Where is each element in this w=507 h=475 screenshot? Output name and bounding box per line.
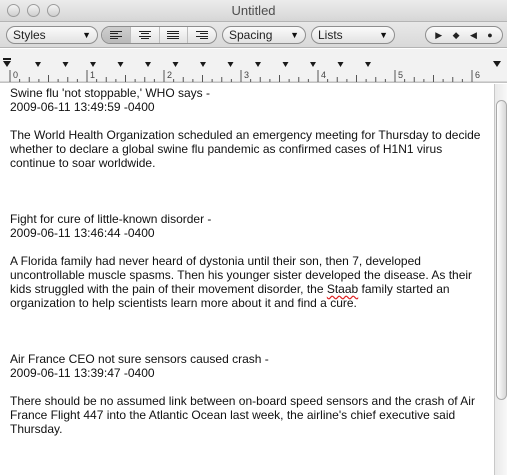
tab-stop-marker: [172, 62, 179, 67]
vertical-scrollbar[interactable]: [494, 84, 507, 475]
title-bar[interactable]: Untitled: [0, 0, 507, 22]
align-center-button[interactable]: [131, 27, 160, 43]
center-tab-icon[interactable]: ●: [487, 30, 492, 40]
tab-stop-marker: [117, 62, 124, 67]
tab-stop-marker: [310, 62, 316, 67]
tab-stop-marker: [90, 62, 96, 67]
article-date: 2009-06-11 13:39:47 -0400: [10, 366, 155, 380]
article-body: There should be no assumed link between …: [10, 394, 475, 436]
article-headline: Fight for cure of little-known disorder …: [10, 212, 212, 226]
tab-stop-marker: [62, 62, 69, 67]
left-tab-icon[interactable]: ◀: [470, 30, 477, 41]
decimal-tab-icon[interactable]: ◆: [453, 30, 460, 41]
article-3: Air France CEO not sure sensors caused c…: [10, 352, 484, 436]
right-margin-marker: [493, 61, 501, 67]
align-center-icon: [138, 30, 151, 40]
ruler[interactable]: 0 1 2 3 4 5 6: [0, 49, 507, 83]
tab-stop-marker: [365, 62, 371, 67]
misspelled-word[interactable]: Staab: [327, 282, 358, 296]
styles-dropdown-label: Styles: [13, 28, 46, 42]
tab-stop-marker: [227, 62, 234, 67]
tab-stop-marker: [35, 62, 41, 67]
lists-dropdown[interactable]: Lists ▼: [311, 26, 395, 44]
tab-stop-marker: [337, 62, 344, 67]
format-toolbar: Styles ▼ Spacing ▼ Lists ▼ ▶ ◆ ◀ ●: [0, 22, 507, 48]
ruler-label: 0: [13, 70, 18, 80]
chevron-down-icon: ▼: [379, 30, 388, 40]
alignment-control: [101, 26, 217, 44]
first-line-indent-marker: [3, 58, 11, 60]
ruler-label: 2: [167, 70, 172, 80]
ruler-label: 4: [321, 70, 326, 80]
tab-stop-marker: [200, 62, 206, 67]
ruler-label: 1: [90, 70, 95, 80]
article-body: The World Health Organization scheduled …: [10, 128, 481, 170]
article-date: 2009-06-11 13:49:59 -0400: [10, 100, 155, 114]
scrollbar-thumb[interactable]: [496, 100, 507, 400]
tab-stop-marker: [255, 62, 261, 67]
align-justify-button[interactable]: [160, 27, 189, 43]
right-tab-icon[interactable]: ▶: [435, 30, 442, 41]
tab-stop-marker: [282, 62, 289, 67]
align-left-button[interactable]: [102, 27, 131, 43]
lists-dropdown-label: Lists: [318, 28, 343, 42]
align-left-icon: [109, 30, 122, 40]
article-date: 2009-06-11 13:46:44 -0400: [10, 226, 155, 240]
article-headline: Swine flu 'not stoppable,' WHO says -: [10, 86, 210, 100]
align-right-button[interactable]: [188, 27, 216, 43]
spacing-dropdown-label: Spacing: [229, 28, 273, 42]
align-justify-icon: [167, 30, 180, 40]
align-right-icon: [196, 30, 209, 40]
article-body: A Florida family had never heard of dyst…: [10, 254, 484, 310]
ruler-label: 6: [475, 70, 480, 80]
styles-dropdown[interactable]: Styles ▼: [6, 26, 98, 44]
tab-stop-marker: [145, 62, 151, 67]
chevron-down-icon: ▼: [82, 30, 91, 40]
document-text-area[interactable]: Swine flu 'not stoppable,' WHO says - 20…: [0, 84, 494, 475]
spacing-dropdown[interactable]: Spacing ▼: [222, 26, 306, 44]
ruler-scale: 0 1 2 3 4 5 6: [0, 58, 507, 83]
article-headline: Air France CEO not sure sensors caused c…: [10, 352, 269, 366]
ruler-label: 3: [244, 70, 249, 80]
left-indent-marker: [3, 61, 11, 67]
ruler-label: 5: [398, 70, 403, 80]
tab-stop-controls: ▶ ◆ ◀ ●: [425, 26, 503, 44]
article-1: Swine flu 'not stoppable,' WHO says - 20…: [10, 86, 484, 170]
article-2: Fight for cure of little-known disorder …: [10, 212, 484, 310]
window-title: Untitled: [231, 3, 276, 18]
chevron-down-icon: ▼: [290, 30, 299, 40]
text-editor-window: Untitled Styles ▼ Spacing ▼ Lists ▼ ▶ ◆ …: [0, 0, 507, 475]
